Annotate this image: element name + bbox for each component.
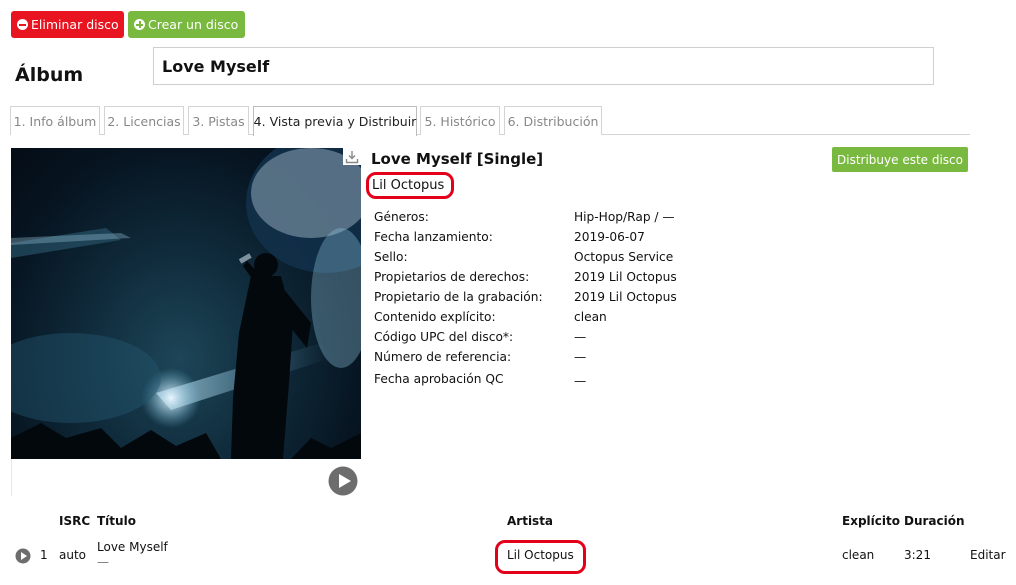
field-label-explicit: Contenido explícito:: [374, 310, 496, 324]
column-header-isrc: ISRC: [59, 514, 91, 528]
track-duration: 3:21: [904, 548, 931, 562]
tab-preview-distribute[interactable]: 4. Vista previa y Distribuir: [253, 106, 417, 136]
column-header-title: Título: [97, 514, 136, 528]
field-label-upc: Código UPC del disco*:: [374, 330, 514, 344]
cover-footer: [11, 459, 361, 496]
tab-album-info[interactable]: 1. Info álbum: [10, 106, 100, 135]
column-header-duration: Duración: [904, 514, 965, 528]
track-edit-link[interactable]: Editar: [970, 548, 1006, 562]
field-value-rights-owners: 2019 Lil Octopus: [574, 270, 677, 284]
field-label-rights-owners: Propietarios de derechos:: [374, 270, 530, 284]
field-value-release-date: 2019-06-07: [574, 230, 645, 244]
create-album-button[interactable]: Crear un disco: [128, 11, 245, 38]
artist-highlight: [366, 172, 454, 199]
column-header-explicit: Explícito: [842, 514, 900, 528]
field-value-reference: —: [574, 350, 587, 364]
field-value-genres: Hip-Hop/Rap / —: [574, 210, 675, 224]
field-label-label: Sello:: [374, 250, 408, 264]
tab-distribution[interactable]: 6. Distribución: [504, 106, 602, 135]
album-title-input[interactable]: [153, 47, 934, 85]
minus-circle-icon: [17, 19, 28, 30]
tab-history[interactable]: 5. Histórico: [420, 106, 500, 135]
album-cover-image: [11, 148, 361, 459]
field-label-recording-owner: Propietario de la grabación:: [374, 290, 543, 304]
field-label-release-date: Fecha lanzamiento:: [374, 230, 493, 244]
tab-licenses[interactable]: 2. Licencias: [104, 106, 184, 135]
field-value-recording-owner: 2019 Lil Octopus: [574, 290, 677, 304]
field-label-qc-date: Fecha aprobación QC: [374, 372, 504, 386]
create-album-label: Crear un disco: [148, 17, 239, 32]
album-title: Love Myself [Single]: [371, 150, 544, 168]
tab-tracks[interactable]: 3. Pistas: [188, 106, 249, 135]
track-number: 1: [40, 548, 48, 562]
track-isrc: auto: [59, 548, 87, 562]
column-header-artist: Artista: [507, 514, 554, 528]
track-explicit: clean: [842, 548, 875, 562]
field-value-qc-date: —: [574, 374, 587, 388]
field-label-genres: Géneros:: [374, 210, 429, 224]
field-value-label: Octopus Service: [574, 250, 674, 264]
track-title: Love Myself: [97, 540, 168, 554]
page-title: Álbum: [15, 64, 84, 86]
field-label-reference: Número de referencia:: [374, 350, 512, 364]
plus-circle-icon: [134, 19, 145, 30]
tab-bar: 1. Info álbum 2. Licencias 3. Pistas 4. …: [10, 106, 970, 136]
download-icon[interactable]: [343, 148, 361, 165]
field-value-explicit: clean: [574, 310, 607, 324]
track-artist-highlight: [495, 540, 586, 574]
delete-album-button[interactable]: Eliminar disco: [11, 11, 124, 38]
track-play-icon[interactable]: [15, 548, 31, 564]
distribute-album-button[interactable]: Distribuye este disco: [832, 147, 968, 172]
track-subtitle: —: [97, 555, 109, 569]
play-icon[interactable]: [328, 466, 358, 496]
field-value-upc: —: [574, 330, 587, 344]
delete-album-label: Eliminar disco: [31, 17, 119, 32]
